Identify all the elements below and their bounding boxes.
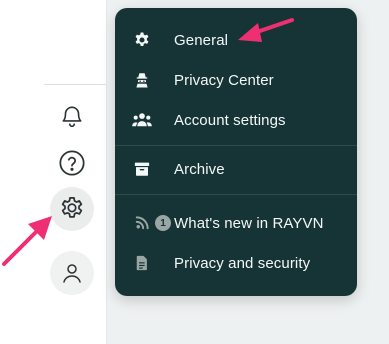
menu-item-label: Privacy Center xyxy=(174,71,274,89)
menu-divider xyxy=(115,194,357,195)
menu-item-label: Account settings xyxy=(174,111,286,129)
menu-item-label: Privacy and security xyxy=(174,254,311,272)
menu-item-account-settings[interactable]: Account settings xyxy=(115,102,357,138)
people-icon xyxy=(131,109,153,131)
app-screen: General Privacy Center Account settings … xyxy=(0,0,389,344)
bell-icon xyxy=(62,106,82,128)
document-icon xyxy=(131,252,153,274)
profile-avatar-button[interactable] xyxy=(50,251,94,295)
rail-divider xyxy=(44,84,106,85)
archive-box-icon xyxy=(131,158,153,180)
rss-icon: 1 xyxy=(131,212,171,234)
settings-button[interactable] xyxy=(50,187,94,231)
menu-item-general[interactable]: General xyxy=(115,22,357,58)
menu-item-label: General xyxy=(174,31,229,49)
menu-item-whats-new[interactable]: 1 What's new in RAYVN xyxy=(115,205,357,241)
user-icon xyxy=(63,264,81,283)
gear-icon xyxy=(61,197,83,218)
menu-item-archive[interactable]: Archive xyxy=(115,151,357,187)
settings-dropdown-menu: General Privacy Center Account settings … xyxy=(115,8,357,296)
notification-count-badge: 1 xyxy=(155,215,171,231)
privacy-agent-icon xyxy=(131,69,153,91)
help-button[interactable] xyxy=(50,141,94,185)
menu-item-privacy-center[interactable]: Privacy Center xyxy=(115,62,357,98)
menu-item-label: Archive xyxy=(174,160,225,178)
menu-item-privacy-security[interactable]: Privacy and security xyxy=(115,245,357,281)
gear-icon xyxy=(131,29,153,51)
question-circle-icon xyxy=(59,150,85,176)
menu-item-label: What's new in RAYVN xyxy=(174,214,324,232)
menu-divider xyxy=(115,145,357,146)
notifications-button[interactable] xyxy=(50,94,94,138)
